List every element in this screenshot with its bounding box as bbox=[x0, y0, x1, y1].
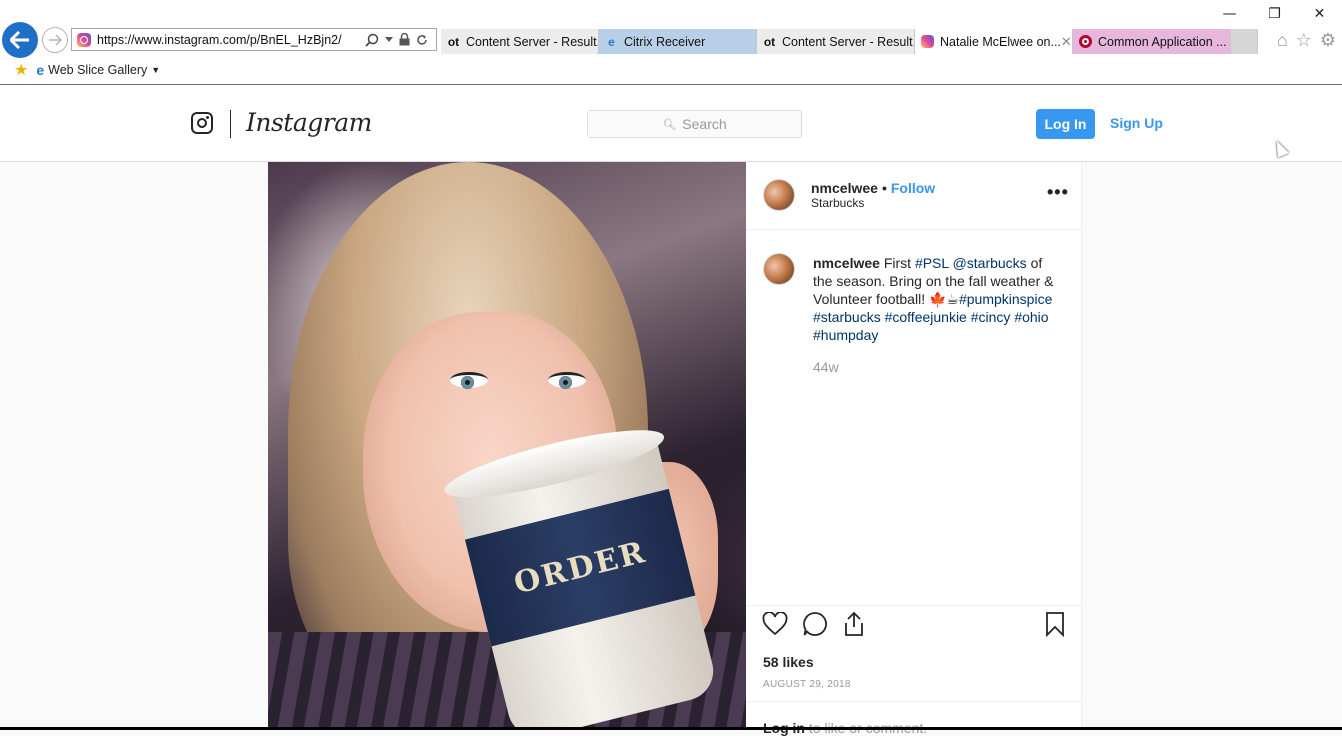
minimize-button[interactable]: — bbox=[1207, 4, 1252, 24]
heart-icon[interactable] bbox=[762, 611, 788, 637]
opentext-icon: ot bbox=[763, 34, 776, 49]
restore-button[interactable]: ❐ bbox=[1252, 4, 1297, 24]
post-author: nmcelwee • Follow bbox=[811, 180, 935, 196]
cup-sleeve-text: ORDER bbox=[464, 488, 696, 647]
comment-icon[interactable] bbox=[802, 611, 828, 637]
more-options-icon[interactable]: ••• bbox=[1047, 182, 1069, 203]
hashtag-cincy[interactable]: #cincy bbox=[971, 309, 1011, 325]
avatar[interactable] bbox=[763, 179, 795, 211]
hashtag-coffeejunkie[interactable]: #coffeejunkie bbox=[885, 309, 967, 325]
instagram-camera-icon[interactable] bbox=[191, 112, 213, 134]
lock-icon[interactable] bbox=[399, 33, 410, 46]
new-tab-button[interactable] bbox=[1231, 29, 1258, 54]
post-caption: nmcelwee First #PSL @starbucks of the se… bbox=[813, 255, 1054, 343]
caption-username[interactable]: nmcelwee bbox=[813, 255, 880, 271]
tab-label: Content Server - Result... bbox=[466, 34, 599, 49]
common-app-icon bbox=[1078, 34, 1093, 49]
instagram-wordmark[interactable]: Instagram bbox=[246, 108, 372, 137]
chevron-down-icon[interactable]: ▼ bbox=[151, 65, 160, 75]
home-icon[interactable]: ⌂ bbox=[1277, 30, 1288, 51]
sign-up-link[interactable]: Sign Up bbox=[1110, 115, 1163, 131]
address-bar[interactable]: https://www.instagram.com/p/BnEL_HzBjn2/ bbox=[71, 28, 437, 51]
web-slice-icon: e bbox=[36, 62, 45, 78]
post-header: nmcelwee • Follow Starbucks ••• bbox=[746, 162, 1082, 230]
arrow-left-icon bbox=[10, 31, 29, 49]
follow-button[interactable]: Follow bbox=[891, 180, 935, 196]
tab-content-server-2[interactable]: ot Content Server - Result... bbox=[757, 29, 915, 54]
search-icon[interactable] bbox=[365, 33, 379, 47]
hashtag-humpday[interactable]: #humpday bbox=[813, 327, 878, 343]
favorites-star-icon[interactable]: ☆ bbox=[1296, 30, 1312, 51]
settings-gear-icon[interactable]: ⚙ bbox=[1320, 30, 1336, 51]
address-url[interactable]: https://www.instagram.com/p/BnEL_HzBjn2/ bbox=[97, 33, 365, 47]
tab-strip: ot Content Server - Result... e Citrix R… bbox=[441, 29, 1258, 54]
add-favorites-star-icon[interactable]: ★ bbox=[14, 60, 28, 80]
share-icon[interactable] bbox=[841, 611, 867, 637]
post-actions: 58 likes AUGUST 29, 2018 Log in to like … bbox=[746, 605, 1082, 736]
favorites-bar: ★ e Web Slice Gallery ▼ bbox=[14, 60, 160, 80]
url-path: /p/BnEL_HzBjn2/ bbox=[246, 32, 342, 47]
hashtag-ohio[interactable]: #ohio bbox=[1014, 309, 1048, 325]
ie-icon: e bbox=[608, 34, 615, 49]
hashtag-starbucks[interactable]: #starbucks bbox=[813, 309, 881, 325]
arrow-right-icon bbox=[49, 34, 62, 46]
refresh-icon[interactable] bbox=[416, 34, 428, 46]
search-placeholder: Search bbox=[682, 116, 727, 132]
back-button[interactable] bbox=[2, 22, 38, 58]
post-time-ago[interactable]: 44w bbox=[813, 359, 839, 375]
tab-label: Content Server - Result... bbox=[782, 34, 915, 49]
post-date: AUGUST 29, 2018 bbox=[763, 679, 851, 690]
window-controls: — ❐ ✕ bbox=[1207, 4, 1342, 24]
close-window-button[interactable]: ✕ bbox=[1297, 4, 1342, 24]
hashtag-psl[interactable]: #PSL bbox=[915, 255, 949, 271]
instagram-header: Instagram 🔍︎ Search Log In Sign Up bbox=[0, 86, 1342, 162]
tab-instagram-active[interactable]: Natalie McElwee on... ✕ bbox=[915, 29, 1073, 54]
instagram-favicon-icon bbox=[77, 32, 91, 47]
search-input[interactable]: 🔍︎ Search bbox=[587, 110, 802, 138]
separator-dot: • bbox=[881, 180, 887, 196]
tab-label: Natalie McElwee on... bbox=[940, 34, 1061, 49]
log-in-button[interactable]: Log In bbox=[1036, 109, 1095, 139]
post-photo[interactable]: ORDER bbox=[268, 162, 746, 730]
tab-content-server-1[interactable]: ot Content Server - Result... bbox=[441, 29, 599, 54]
browser-toolbar-icons: ⌂ ☆ ⚙ bbox=[1277, 30, 1336, 51]
tab-close-icon[interactable]: ✕ bbox=[1061, 34, 1072, 50]
web-slice-gallery-link[interactable]: Web Slice Gallery bbox=[48, 63, 147, 77]
tab-common-application[interactable]: Common Application ... bbox=[1073, 29, 1231, 54]
browser-chrome: — ❐ ✕ https://www.instagram.com/p/BnEL_H… bbox=[0, 0, 1342, 85]
tab-label: Common Application ... bbox=[1098, 34, 1227, 49]
search-icon: 🔍︎ bbox=[662, 118, 677, 131]
url-host: instagram.com bbox=[164, 32, 247, 47]
bookmark-icon[interactable] bbox=[1042, 611, 1068, 637]
dropdown-arrow-icon[interactable] bbox=[385, 36, 393, 43]
opentext-icon: ot bbox=[447, 34, 460, 49]
username-link[interactable]: nmcelwee bbox=[811, 180, 878, 196]
instagram-favicon-icon bbox=[920, 34, 935, 49]
likes-count[interactable]: 58 likes bbox=[763, 654, 814, 670]
forward-button[interactable] bbox=[42, 27, 68, 53]
location-link[interactable]: Starbucks bbox=[811, 196, 864, 210]
emoji: 🍁☕ bbox=[928, 291, 959, 307]
tab-citrix-receiver[interactable]: e Citrix Receiver bbox=[599, 29, 757, 54]
logo-divider bbox=[230, 110, 231, 138]
caption-avatar[interactable] bbox=[763, 253, 795, 285]
url-prefix: https://www. bbox=[97, 32, 165, 47]
hashtag-pumpkinspice[interactable]: #pumpkinspice bbox=[959, 291, 1052, 307]
post-side-panel: nmcelwee • Follow Starbucks ••• nmcelwee F… bbox=[746, 162, 1082, 736]
tab-label: Citrix Receiver bbox=[624, 34, 706, 49]
mention-starbucks[interactable]: @starbucks bbox=[953, 255, 1027, 271]
